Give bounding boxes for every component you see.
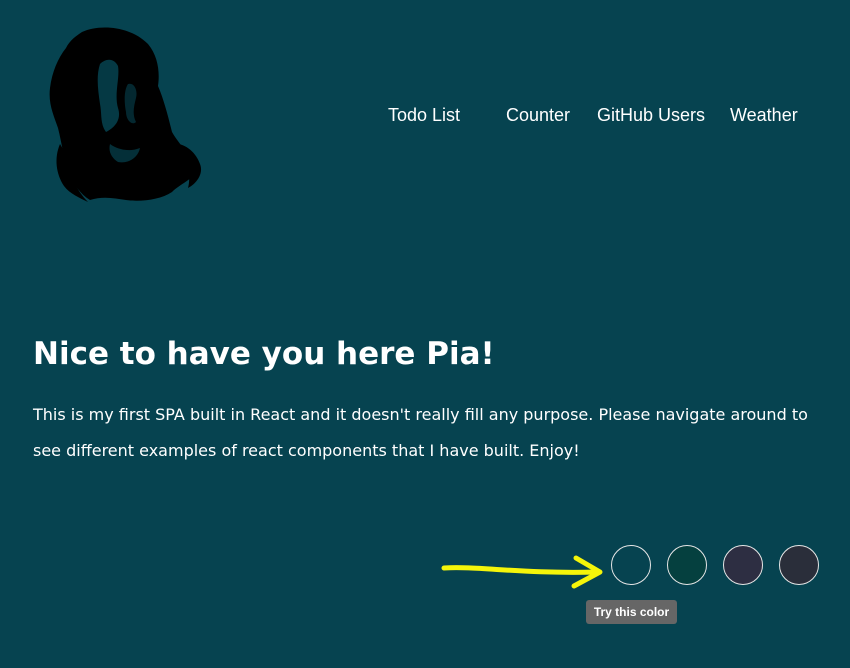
nav-link-todo-list[interactable]: Todo List bbox=[388, 105, 460, 126]
nav-link-github-users[interactable]: GitHub Users bbox=[597, 105, 705, 126]
nav-link-counter[interactable]: Counter bbox=[506, 105, 570, 126]
color-tooltip: Try this color bbox=[586, 600, 677, 624]
intro-text: This is my first SPA built in React and … bbox=[33, 405, 808, 460]
arrow-icon bbox=[441, 555, 603, 589]
color-swatch-1[interactable] bbox=[611, 545, 651, 585]
page-title: Nice to have you here Pia! bbox=[33, 336, 495, 372]
color-swatch-4[interactable] bbox=[779, 545, 819, 585]
nav-link-weather[interactable]: Weather bbox=[730, 105, 798, 126]
color-swatch-3[interactable] bbox=[723, 545, 763, 585]
main-nav: Todo List Counter GitHub Users Weather bbox=[0, 105, 850, 129]
color-swatch-2[interactable] bbox=[667, 545, 707, 585]
